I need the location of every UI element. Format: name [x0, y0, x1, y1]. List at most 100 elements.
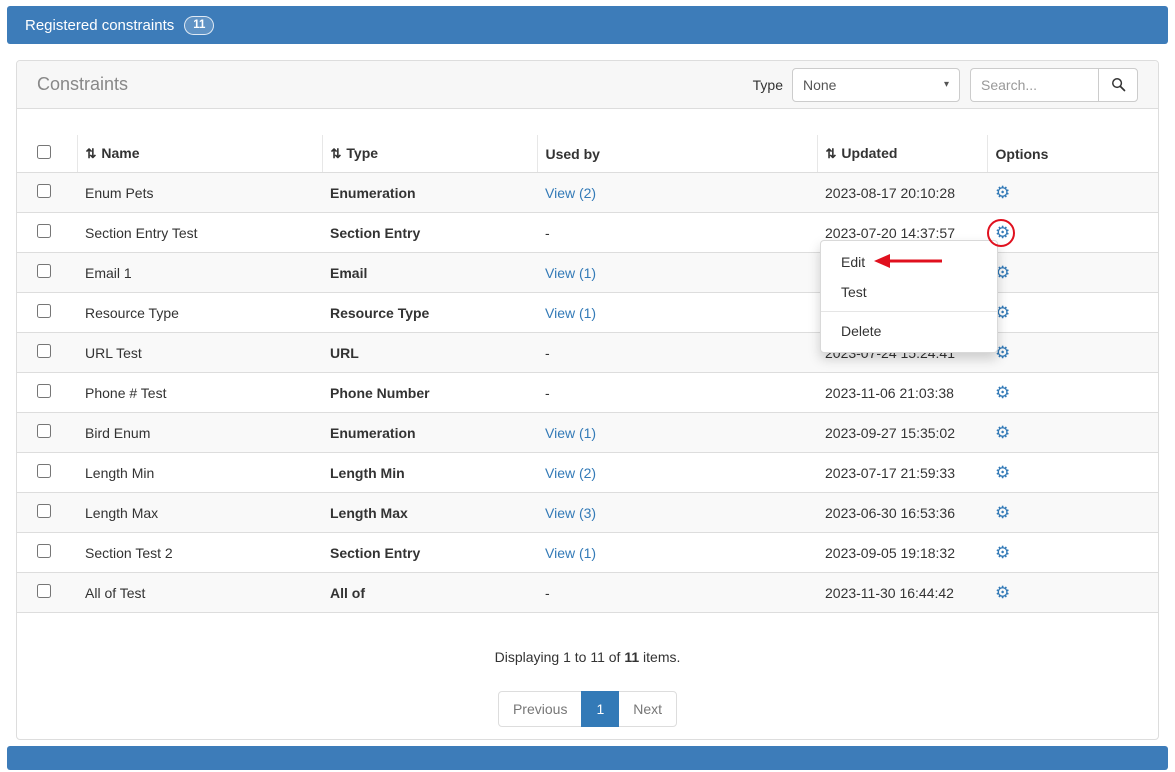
column-label: Type: [346, 145, 378, 161]
row-name: Section Entry Test: [77, 213, 322, 253]
row-type: Section Entry: [322, 213, 537, 253]
search-button[interactable]: [1098, 68, 1138, 102]
row-checkbox[interactable]: [37, 224, 51, 238]
search-input[interactable]: [970, 68, 1098, 102]
gear-icon[interactable]: ⚙: [995, 183, 1010, 202]
row-used-by: -: [545, 225, 550, 241]
row-used-by[interactable]: View (1): [545, 265, 596, 281]
row-updated: 2023-11-06 21:03:38: [817, 373, 987, 413]
summary-total: 11: [624, 649, 639, 665]
row-checkbox[interactable]: [37, 584, 51, 598]
chevron-down-icon: ▾: [944, 79, 949, 90]
select-all-checkbox[interactable]: [37, 145, 51, 159]
panel-heading: Constraints Type None ▾: [17, 61, 1158, 109]
row-name: Section Test 2: [77, 533, 322, 573]
column-header-updated[interactable]: ⇅ Updated: [817, 135, 987, 173]
row-name: Length Min: [77, 453, 322, 493]
gear-icon[interactable]: ⚙: [995, 383, 1010, 402]
count-badge: 11: [184, 16, 214, 35]
gear-icon[interactable]: ⚙: [995, 583, 1010, 602]
row-type: Section Entry: [322, 533, 537, 573]
column-label: Updated: [841, 145, 897, 161]
row-checkbox[interactable]: [37, 464, 51, 478]
row-updated: 2023-11-30 16:44:42: [817, 573, 987, 613]
row-checkbox[interactable]: [37, 304, 51, 318]
column-label: Used by: [546, 146, 600, 162]
row-name: Bird Enum: [77, 413, 322, 453]
row-used-by[interactable]: View (1): [545, 425, 596, 441]
row-type: All of: [322, 573, 537, 613]
row-updated: 2023-09-27 15:35:02: [817, 413, 987, 453]
menu-item-edit[interactable]: Edit: [821, 247, 997, 277]
row-name: URL Test: [77, 333, 322, 373]
filter-controls: Type None ▾: [753, 68, 1138, 102]
gear-icon[interactable]: ⚙: [995, 223, 1010, 242]
gear-icon[interactable]: ⚙: [995, 543, 1010, 562]
row-type: URL: [322, 333, 537, 373]
row-used-by: -: [545, 585, 550, 601]
row-type: Enumeration: [322, 173, 537, 213]
summary-prefix: Displaying 1 to 11 of: [495, 649, 625, 665]
type-filter-select[interactable]: None ▾: [792, 68, 960, 102]
row-name: Enum Pets: [77, 173, 322, 213]
constraints-table: ⇅Name ⇅ Type Used by ⇅ Updated Options: [17, 135, 1158, 613]
column-header-name[interactable]: ⇅Name: [77, 135, 322, 173]
row-name: Phone # Test: [77, 373, 322, 413]
menu-divider: [821, 311, 997, 312]
row-checkbox[interactable]: [37, 504, 51, 518]
constraints-panel: Constraints Type None ▾: [16, 60, 1159, 740]
pagination-page-1-button[interactable]: 1: [581, 691, 619, 727]
row-checkbox[interactable]: [37, 344, 51, 358]
row-type: Length Max: [322, 493, 537, 533]
row-used-by: -: [545, 385, 550, 401]
row-used-by[interactable]: View (3): [545, 505, 596, 521]
gear-icon[interactable]: ⚙: [995, 463, 1010, 482]
menu-item-delete[interactable]: Delete: [821, 316, 997, 346]
row-name: Email 1: [77, 253, 322, 293]
column-label: Name: [101, 145, 139, 161]
search-group: [970, 68, 1138, 102]
gear-icon[interactable]: ⚙: [995, 423, 1010, 442]
row-name: Length Max: [77, 493, 322, 533]
pagination-next-button[interactable]: Next: [618, 691, 677, 727]
row-used-by[interactable]: View (1): [545, 305, 596, 321]
table-row: Section Test 2 Section Entry View (1) 20…: [17, 533, 1158, 573]
row-type: Enumeration: [322, 413, 537, 453]
sort-icon: ⇅: [826, 146, 837, 161]
column-header-type[interactable]: ⇅ Type: [322, 135, 537, 173]
type-filter-value: None: [803, 77, 836, 93]
row-used-by[interactable]: View (2): [545, 465, 596, 481]
row-name: All of Test: [77, 573, 322, 613]
table-row: Length Min Length Min View (2) 2023-07-1…: [17, 453, 1158, 493]
table-header-row: ⇅Name ⇅ Type Used by ⇅ Updated Options: [17, 135, 1158, 173]
bottom-bar: [7, 746, 1168, 770]
row-checkbox[interactable]: [37, 264, 51, 278]
column-label: Options: [996, 146, 1049, 162]
column-header-used-by: Used by: [537, 135, 817, 173]
row-checkbox[interactable]: [37, 424, 51, 438]
page-title: Registered constraints: [25, 17, 174, 34]
results-summary: Displaying 1 to 11 of 11 items.: [17, 649, 1158, 665]
gear-icon[interactable]: ⚙: [995, 503, 1010, 522]
row-checkbox[interactable]: [37, 544, 51, 558]
table-row: All of Test All of - 2023-11-30 16:44:42…: [17, 573, 1158, 613]
row-checkbox[interactable]: [37, 384, 51, 398]
type-filter-label: Type: [753, 77, 783, 93]
row-updated: 2023-09-05 19:18:32: [817, 533, 987, 573]
pagination-previous-button[interactable]: Previous: [498, 691, 582, 727]
options-context-menu: Edit Test Delete: [820, 240, 998, 353]
sort-icon: ⇅: [331, 146, 342, 161]
row-used-by[interactable]: View (1): [545, 545, 596, 561]
row-used-by: -: [545, 345, 550, 361]
page: Registered constraints 11 Constraints Ty…: [0, 0, 1175, 772]
panel-title: Constraints: [37, 74, 753, 95]
row-used-by[interactable]: View (2): [545, 185, 596, 201]
table-row: Bird Enum Enumeration View (1) 2023-09-2…: [17, 413, 1158, 453]
row-updated: 2023-08-17 20:10:28: [817, 173, 987, 213]
table-body: Enum Pets Enumeration View (2) 2023-08-1…: [17, 173, 1158, 613]
table-row: Phone # Test Phone Number - 2023-11-06 2…: [17, 373, 1158, 413]
row-checkbox[interactable]: [37, 184, 51, 198]
menu-item-test[interactable]: Test: [821, 277, 997, 307]
row-updated: 2023-06-30 16:53:36: [817, 493, 987, 533]
top-header-bar: Registered constraints 11: [7, 6, 1168, 44]
